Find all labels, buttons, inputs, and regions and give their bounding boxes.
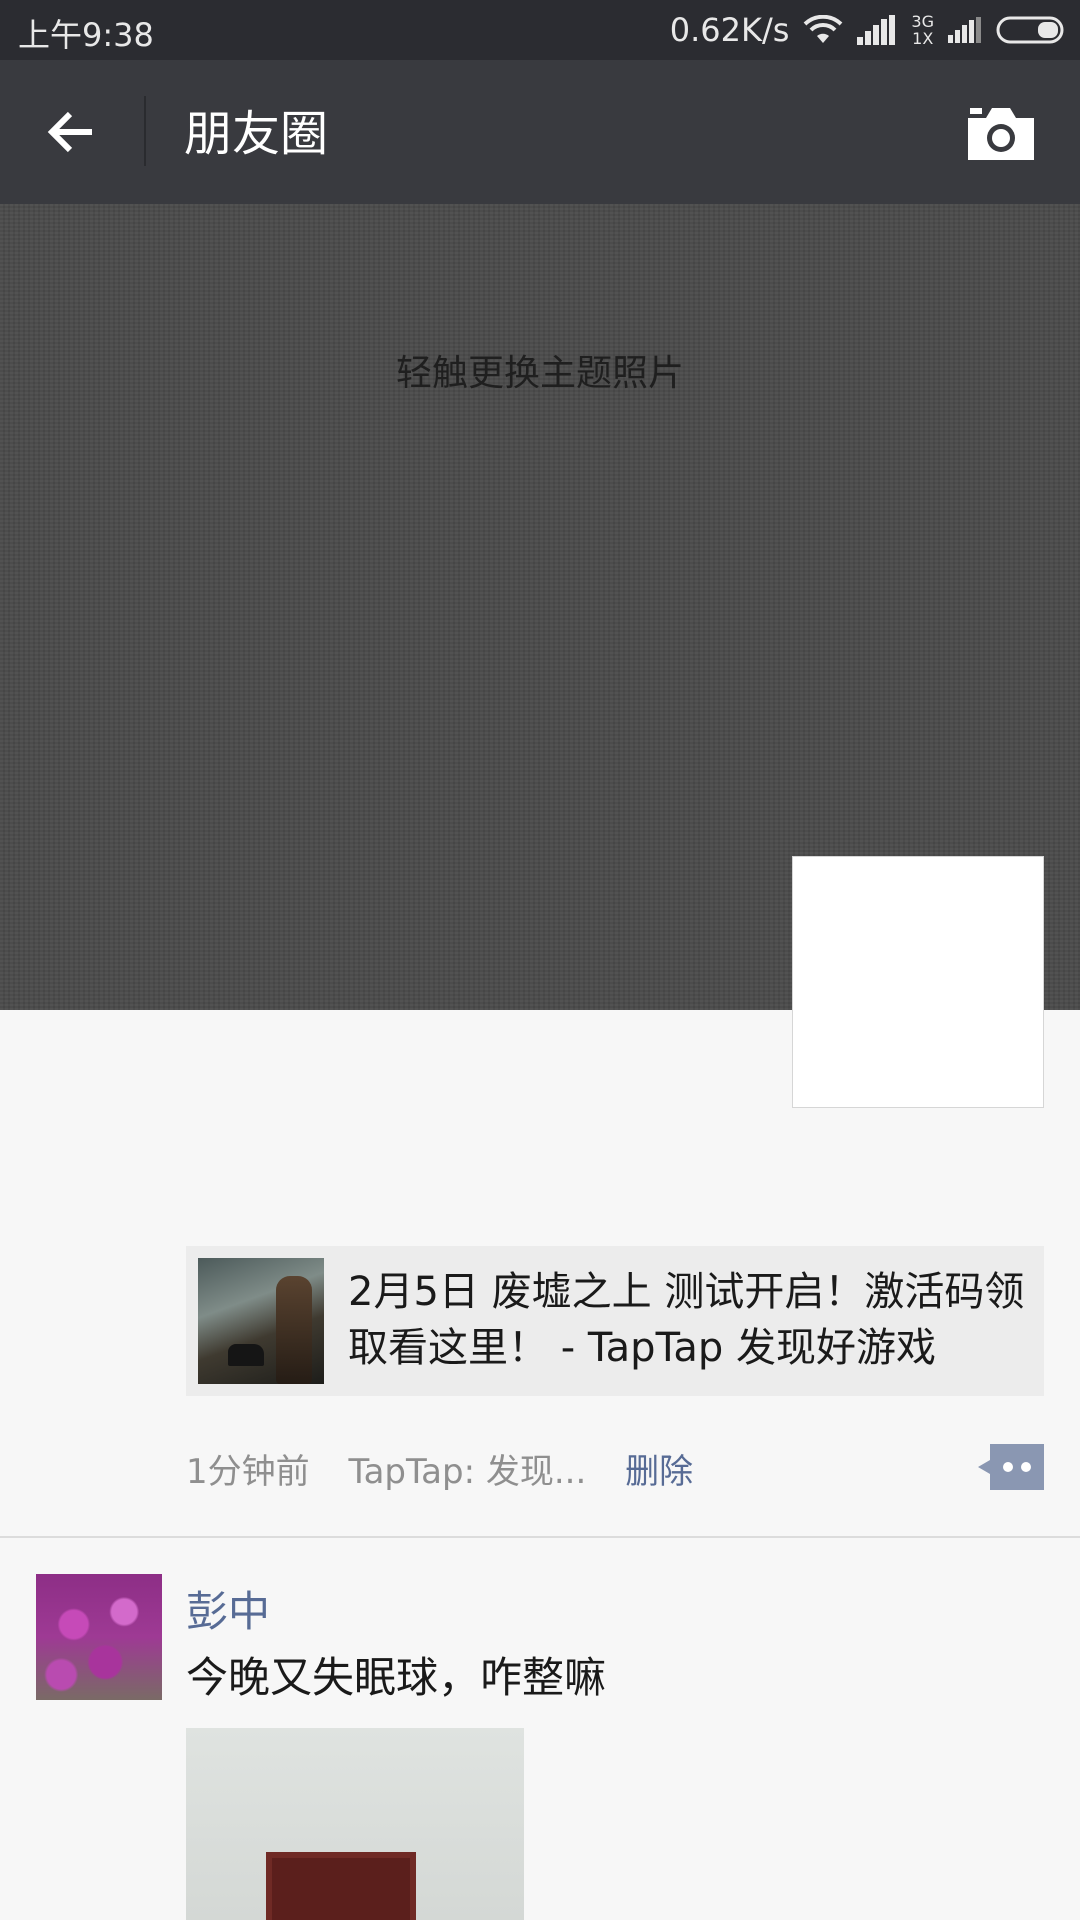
avatar[interactable]: [36, 1574, 162, 1700]
page-title: 朋友圈: [184, 106, 329, 162]
arrow-left-icon: [47, 111, 92, 153]
camera-icon: [968, 108, 1034, 160]
title-bar: 朋友圈: [0, 60, 1080, 204]
comment-dots-icon: [978, 1444, 1044, 1490]
back-button[interactable]: [40, 100, 104, 164]
status-time: 上午9:38: [18, 16, 154, 54]
status-indicators: 0.62K/s 3G 1X: [670, 8, 1068, 52]
post-source[interactable]: TapTap: 发现...: [348, 1452, 586, 1492]
post-image[interactable]: [186, 1728, 524, 1920]
network-speed: 0.62K/s: [669, 11, 790, 49]
signal-bars-secondary-icon: [948, 17, 982, 43]
link-title: 2月5日 废墟之上 测试开启！激活码领取看这里！ - TapTap 发现好游戏: [348, 1269, 1025, 1371]
title-divider: [144, 96, 146, 166]
cover-hint: 轻触更换主题照片: [395, 353, 684, 394]
post-separator: [0, 1536, 1080, 1538]
my-avatar[interactable]: [792, 856, 1044, 1108]
post-meta: 1分钟前 TapTap: 发现... 删除: [186, 1444, 721, 1493]
network-type-bottom: 1X: [912, 29, 934, 48]
shared-link-card[interactable]: 2月5日 废墟之上 测试开启！激活码领取看这里！ - TapTap 发现好游戏: [186, 1246, 1044, 1396]
thumbnail-figure: [276, 1276, 312, 1384]
wifi-icon: [803, 15, 843, 45]
network-type: 3G 1X: [911, 13, 934, 47]
author-name[interactable]: 彭中: [186, 1578, 270, 1639]
link-thumbnail: [198, 1258, 324, 1384]
battery-icon: [996, 15, 1068, 45]
status-bar: 上午9:38 0.62K/s 3G 1X: [0, 0, 1080, 60]
comment-button[interactable]: [978, 1444, 1044, 1490]
delete-button[interactable]: 删除: [625, 1452, 693, 1492]
signal-bars-icon: [857, 15, 897, 45]
camera-button[interactable]: [966, 104, 1036, 164]
image-door: [266, 1852, 416, 1920]
post-text: 今晚又失眠球，咋整嘛: [186, 1653, 607, 1702]
thumbnail-dog: [228, 1344, 264, 1366]
network-type-top: 3G: [911, 12, 934, 31]
post-time: 1分钟前: [186, 1452, 310, 1492]
